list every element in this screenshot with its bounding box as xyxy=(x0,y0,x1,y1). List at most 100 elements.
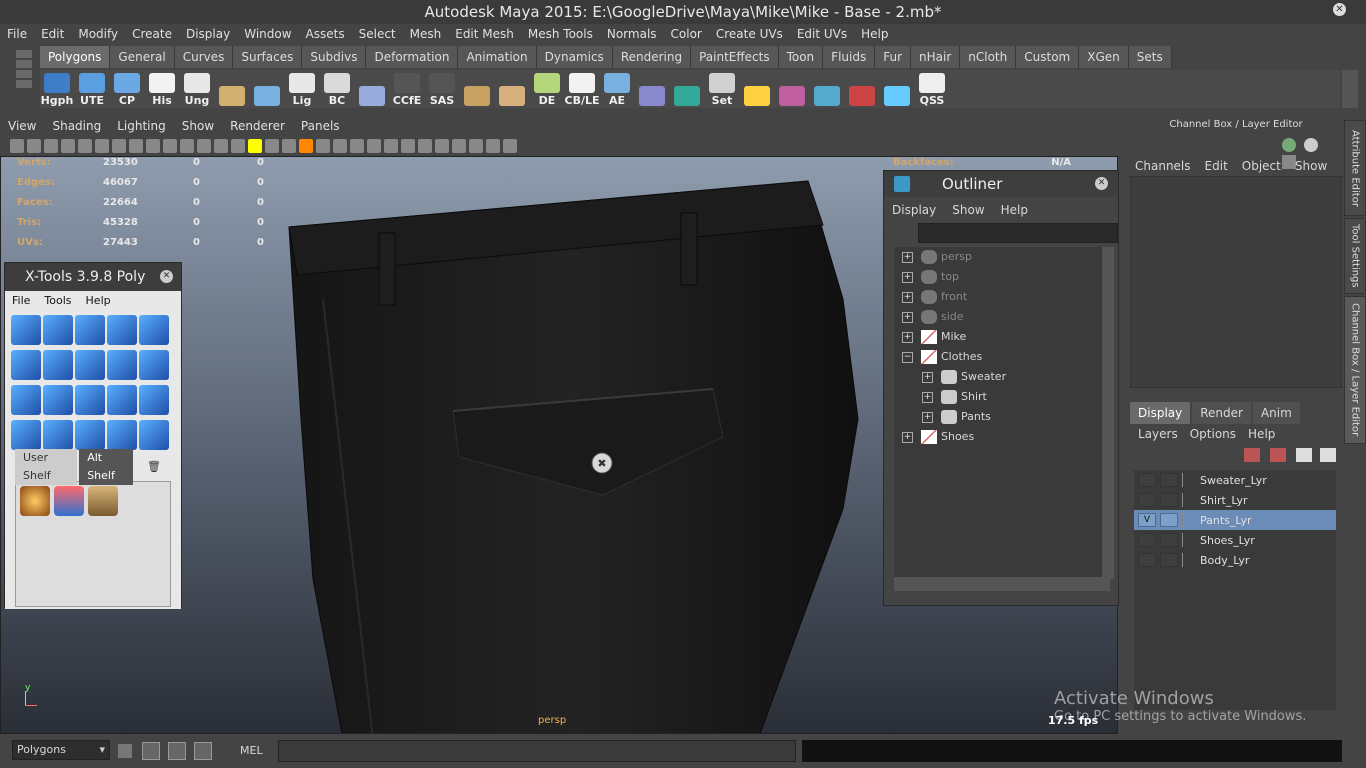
viewport-tool-icon[interactable] xyxy=(231,139,245,153)
shelf-button-icon-6[interactable] xyxy=(250,71,284,107)
xtools-tool-icon[interactable] xyxy=(107,350,137,380)
layer-row[interactable]: Shirt_Lyr xyxy=(1134,490,1336,510)
shelf-tab-polygons[interactable]: Polygons xyxy=(40,46,111,68)
viewport-tool-icon[interactable] xyxy=(503,139,517,153)
layer-visibility-toggle[interactable] xyxy=(1138,553,1156,567)
shelf-tab-fluids[interactable]: Fluids xyxy=(823,46,876,68)
shelf-button-icon-18[interactable] xyxy=(670,71,704,107)
command-language-label[interactable]: MEL xyxy=(240,744,263,757)
menu-edit-mesh[interactable]: Edit Mesh xyxy=(448,24,521,44)
outliner-item-side[interactable]: + side xyxy=(902,307,964,327)
xtools-close-icon[interactable]: ✕ xyxy=(160,270,173,283)
outliner-item-front[interactable]: + front xyxy=(902,287,967,307)
xtools-tool-icon[interactable] xyxy=(107,420,137,450)
layer-from-selected-icon[interactable] xyxy=(1270,448,1286,462)
shelf-button-ccfe[interactable]: CCfE xyxy=(390,71,424,107)
outliner-item-persp[interactable]: + persp xyxy=(902,247,972,267)
layer-tab-display[interactable]: Display xyxy=(1130,402,1191,424)
shelf-button-icon-23[interactable] xyxy=(845,71,879,107)
xtools-tool-icon[interactable] xyxy=(11,385,41,415)
layer-row[interactable]: Body_Lyr xyxy=(1134,550,1336,570)
outliner-item-top[interactable]: + top xyxy=(902,267,959,287)
outliner-item-shirt[interactable]: + Shirt xyxy=(922,387,987,407)
list-icon[interactable] xyxy=(142,742,160,760)
viewport-tool-icon[interactable] xyxy=(401,139,415,153)
shelf-tab-toon[interactable]: Toon xyxy=(778,46,824,68)
viewport-tool-icon[interactable] xyxy=(44,139,58,153)
viewport-tool-icon[interactable] xyxy=(214,139,228,153)
xtools-tab-user-shelf[interactable]: User Shelf xyxy=(15,449,78,485)
layers-icon[interactable] xyxy=(194,742,212,760)
cb-menu-show[interactable]: Show xyxy=(1288,156,1334,176)
menu-normals[interactable]: Normals xyxy=(600,24,664,44)
shelf-tab-painteffects[interactable]: PaintEffects xyxy=(691,46,779,68)
layer-row[interactable]: Sweater_Lyr xyxy=(1134,470,1336,490)
xtools-tool-icon[interactable] xyxy=(75,350,105,380)
viewport-tool-icon[interactable] xyxy=(112,139,126,153)
shelf-button-de[interactable]: DE xyxy=(530,71,564,107)
viewport-tool-icon[interactable] xyxy=(435,139,449,153)
xtools-tool-icon[interactable] xyxy=(139,385,169,415)
outliner-horizontal-scrollbar[interactable] xyxy=(894,577,1110,591)
outliner-item-sweater[interactable]: + Sweater xyxy=(922,367,1006,387)
layer-visibility-toggle[interactable] xyxy=(1138,533,1156,547)
layer-color-swatch[interactable] xyxy=(1182,513,1196,527)
viewport-menu-show[interactable]: Show xyxy=(174,116,222,136)
shelf-button-cb-le[interactable]: CB/LE xyxy=(565,71,600,107)
xtools-tool-icon[interactable] xyxy=(75,315,105,345)
move-icon[interactable] xyxy=(1282,138,1296,152)
menu-select[interactable]: Select xyxy=(352,24,403,44)
menu-mesh-tools[interactable]: Mesh Tools xyxy=(521,24,600,44)
viewport-tool-icon[interactable] xyxy=(95,139,109,153)
shelf-tab-custom[interactable]: Custom xyxy=(1016,46,1080,68)
xtools-menu-tools[interactable]: Tools xyxy=(37,291,78,311)
shelf-tab-sets[interactable]: Sets xyxy=(1128,46,1172,68)
shelf-tab-surfaces[interactable]: Surfaces xyxy=(233,46,303,68)
viewport-menu-panels[interactable]: Panels xyxy=(293,116,348,136)
shelf-tab-subdivs[interactable]: Subdivs xyxy=(302,46,367,68)
shelf-tab-nhair[interactable]: nHair xyxy=(911,46,961,68)
expand-icon[interactable]: + xyxy=(902,251,913,263)
menu-create[interactable]: Create xyxy=(125,24,179,44)
menu-modify[interactable]: Modify xyxy=(71,24,125,44)
shelf-button-ae[interactable]: AE xyxy=(600,71,634,107)
layer-visibility-toggle[interactable] xyxy=(1138,493,1156,507)
menu-display[interactable]: Display xyxy=(179,24,237,44)
viewport-tool-icon[interactable] xyxy=(418,139,432,153)
layer-visibility-toggle[interactable] xyxy=(1138,473,1156,487)
viewport-tool-icon[interactable] xyxy=(10,139,24,153)
channel-box-area[interactable] xyxy=(1130,176,1342,388)
viewport-tool-icon[interactable] xyxy=(180,139,194,153)
viewport-tool-icon[interactable] xyxy=(367,139,381,153)
layer-row[interactable]: Shoes_Lyr xyxy=(1134,530,1336,550)
outline-icon[interactable] xyxy=(168,742,186,760)
viewport-menu-lighting[interactable]: Lighting xyxy=(109,116,174,136)
shelf-button-lig[interactable]: Lig xyxy=(285,71,319,107)
script-icon[interactable] xyxy=(118,744,132,758)
expand-icon[interactable]: + xyxy=(902,431,913,443)
shelf-button-icon-9[interactable] xyxy=(355,71,389,107)
shelf-button-sas[interactable]: SAS xyxy=(425,71,459,107)
shelf-button-icon-13[interactable] xyxy=(495,71,529,107)
cb-menu-channels[interactable]: Channels xyxy=(1128,156,1198,176)
outliner-item-mike[interactable]: + Mike xyxy=(902,327,966,347)
viewport-tool-icon[interactable] xyxy=(316,139,330,153)
menu-help[interactable]: Help xyxy=(854,24,895,44)
cone-tool-icon[interactable] xyxy=(54,486,84,516)
xtools-tool-icon[interactable] xyxy=(43,350,73,380)
outliner-close-icon[interactable]: ✕ xyxy=(1095,177,1108,190)
layer-tab-render[interactable]: Render xyxy=(1192,402,1251,424)
shelf-button-icon-5[interactable] xyxy=(215,71,249,107)
viewport-tool-icon[interactable] xyxy=(146,139,160,153)
xtools-tool-icon[interactable] xyxy=(107,385,137,415)
viewport-tool-icon[interactable] xyxy=(469,139,483,153)
shelf-grip[interactable] xyxy=(12,48,36,108)
layer-type-toggle[interactable] xyxy=(1160,513,1178,527)
outliner-vertical-scrollbar[interactable] xyxy=(1102,247,1114,579)
expand-icon[interactable]: + xyxy=(902,331,913,343)
viewport-tool-icon[interactable] xyxy=(78,139,92,153)
viewport-tool-icon[interactable] xyxy=(282,139,296,153)
xtools-tool-icon[interactable] xyxy=(11,350,41,380)
layer-tab-anim[interactable]: Anim xyxy=(1252,402,1300,424)
shelf-button-icon-21[interactable] xyxy=(775,71,809,107)
